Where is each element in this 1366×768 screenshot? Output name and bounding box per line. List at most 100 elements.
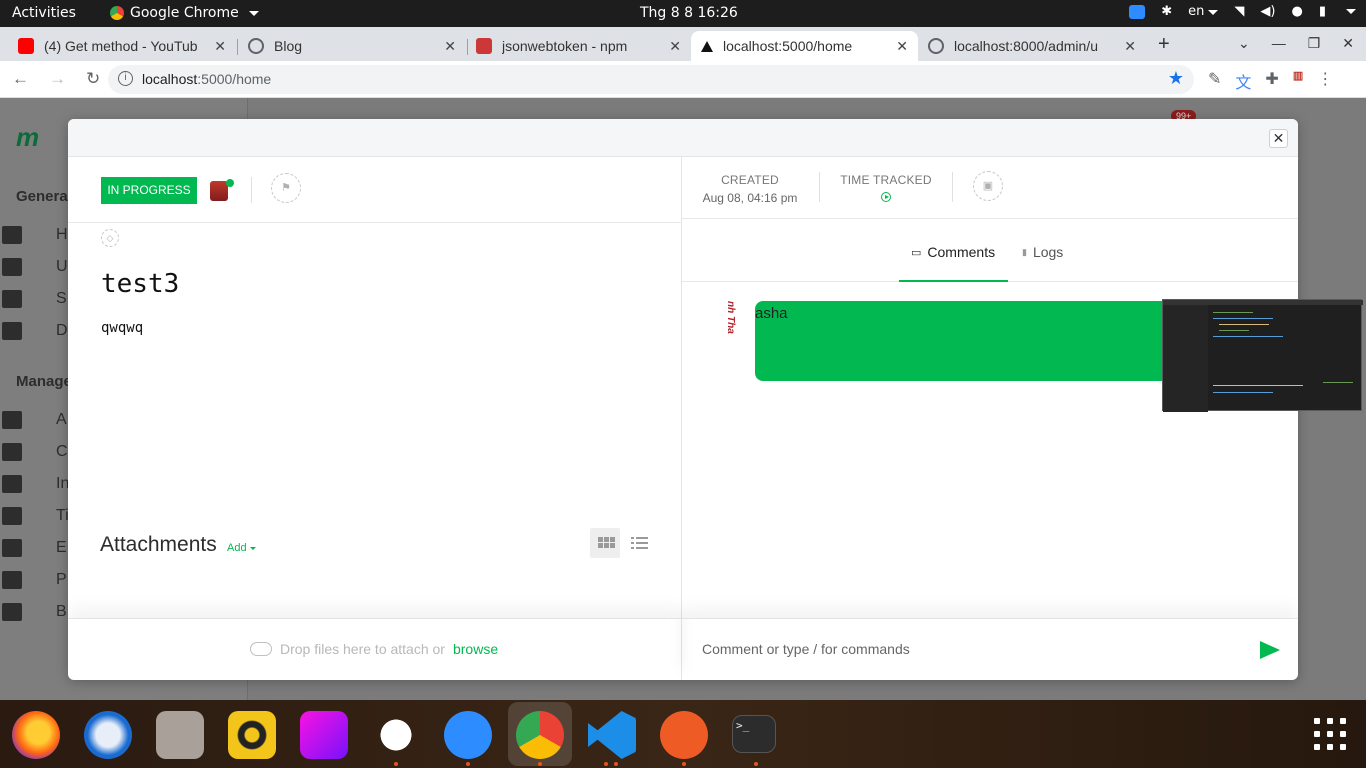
tab-search-icon[interactable]: ⌄: [1238, 35, 1250, 52]
battery-icon[interactable]: ▮: [1319, 4, 1326, 19]
wifi-icon[interactable]: ◥: [1234, 4, 1244, 19]
zoom-icon[interactable]: [444, 711, 492, 759]
sidebar-item-edit[interactable]: D: [0, 322, 68, 340]
chrome-icon[interactable]: [516, 711, 564, 759]
volume-icon[interactable]: ◀): [1260, 4, 1275, 19]
close-window-icon[interactable]: ✕: [1342, 35, 1354, 52]
browser-tab-npm[interactable]: jsonwebtoken - npm ✕: [466, 31, 691, 61]
dropzone-content: Drop files here to attach or browse: [250, 641, 498, 657]
sidebar-item-invite[interactable]: In: [0, 475, 69, 493]
close-tab-icon[interactable]: ✕: [896, 38, 908, 55]
chevron-down-icon: [1208, 10, 1219, 15]
mic-icon[interactable]: ●: [1292, 4, 1303, 19]
minimize-icon[interactable]: —: [1272, 35, 1286, 52]
browser-tab-strip: (4) Get method - YouTub ✕ Blog ✕ jsonweb…: [0, 27, 1366, 61]
clock[interactable]: Thg 8 8 16:26: [640, 5, 738, 21]
close-tab-icon[interactable]: ✕: [669, 38, 681, 55]
tab-label: Comments: [927, 244, 996, 260]
chrome-icon: [110, 6, 124, 20]
status-button[interactable]: IN PROGRESS: [101, 177, 197, 204]
terminal-icon[interactable]: >_: [732, 715, 776, 753]
sidebar-item-company[interactable]: C: [0, 443, 68, 461]
thunderbird-icon[interactable]: [84, 711, 132, 759]
assignee-avatar[interactable]: [210, 179, 234, 203]
vscode-icon[interactable]: [588, 711, 636, 759]
priority-flag-icon[interactable]: ⚑: [271, 173, 301, 203]
users-icon: [2, 258, 22, 276]
tab-logs[interactable]: ▮ Logs: [1022, 244, 1063, 260]
task-detail-modal: ✕ IN PROGRESS ⚑ ◇ test3 qwqwq Attachment…: [68, 119, 1298, 680]
browser-toolbar: ← → ↻ i localhost:5000/home ★ ✎ 文 ✚ ▥ ⋮: [0, 61, 1366, 98]
activities-button[interactable]: Activities: [12, 5, 76, 21]
sidebar-item-boards[interactable]: B: [0, 603, 67, 621]
back-arrow-icon[interactable]: ←: [12, 69, 29, 89]
system-menu-chevron-icon[interactable]: [1346, 9, 1356, 14]
close-tab-icon[interactable]: ✕: [444, 38, 456, 55]
new-tab-icon[interactable]: +: [1158, 33, 1170, 56]
reload-icon[interactable]: ↻: [86, 69, 100, 89]
running-indicator: [614, 762, 618, 766]
close-modal-button[interactable]: ✕: [1269, 129, 1288, 148]
created-value: Aug 08, 04:16 pm: [702, 191, 798, 205]
add-attachment-dropdown[interactable]: Add: [227, 542, 256, 554]
sidebar-item-home[interactable]: H: [0, 226, 68, 244]
tag-icon[interactable]: ◇: [101, 229, 119, 247]
grid-view-button[interactable]: [590, 528, 620, 558]
address-bar[interactable]: i localhost:5000/home ★: [108, 65, 1194, 94]
list-view-button[interactable]: [624, 528, 654, 558]
language-indicator[interactable]: en: [1188, 4, 1219, 19]
sidebar-item-stats[interactable]: S: [0, 290, 67, 308]
sidebar-item-projects[interactable]: P: [0, 571, 67, 589]
rhythmbox-icon[interactable]: [228, 711, 276, 759]
puzzle-icon[interactable]: ✚: [1265, 69, 1278, 93]
tab-comments[interactable]: ▭ Comments: [911, 244, 995, 260]
sidebar-item-account[interactable]: A: [0, 411, 67, 429]
extensions-area: ✎ 文 ✚ ▥ ⋮: [1208, 69, 1333, 93]
zoom-tray-icon[interactable]: [1129, 4, 1146, 19]
clickup-icon[interactable]: [300, 711, 348, 759]
sidebar-item-events[interactable]: E: [0, 539, 67, 557]
sidebar-item-label: P: [56, 571, 67, 588]
created-info: CREATED Aug 08, 04:16 pm: [702, 173, 798, 205]
maximize-icon[interactable]: ❐: [1308, 35, 1321, 52]
tab-title: (4) Get method - YouTub: [44, 38, 198, 54]
tab-title: localhost:5000/home: [723, 38, 853, 54]
bookmark-star-icon[interactable]: ★: [1168, 68, 1184, 89]
forward-arrow-icon[interactable]: →: [49, 69, 66, 89]
slack-tray-icon[interactable]: ✱: [1161, 4, 1172, 19]
comment-input[interactable]: [702, 639, 1242, 659]
more-menu-icon[interactable]: ⋮: [1317, 69, 1333, 93]
task-description[interactable]: qwqwq: [101, 320, 143, 336]
app-menu[interactable]: Google Chrome: [110, 5, 259, 21]
sidebar-item-time[interactable]: Ti: [0, 507, 69, 525]
browser-tab-localhost-5000[interactable]: localhost:5000/home ✕: [691, 31, 918, 61]
send-icon[interactable]: [1260, 641, 1280, 659]
slack-icon[interactable]: [372, 711, 420, 759]
task-title[interactable]: test3: [101, 269, 179, 299]
sidebar-item-label: H: [56, 226, 68, 243]
divider: [251, 177, 252, 203]
browser-tab-blog[interactable]: Blog ✕: [238, 31, 466, 61]
dropzone-text: Drop files here to attach or: [280, 641, 445, 657]
browser-tab-localhost-8000[interactable]: localhost:8000/admin/u ✕: [918, 31, 1146, 61]
sidebar-item-users[interactable]: U: [0, 258, 68, 276]
firefox-icon[interactable]: [12, 711, 60, 759]
files-icon[interactable]: [156, 711, 204, 759]
postman-icon[interactable]: [660, 711, 708, 759]
site-info-icon[interactable]: i: [118, 71, 133, 86]
close-tab-icon[interactable]: ✕: [1124, 38, 1136, 55]
browser-tab-youtube[interactable]: (4) Get method - YouTub ✕: [8, 31, 236, 61]
extension-pen-icon[interactable]: ✎: [1208, 69, 1221, 93]
translate-icon[interactable]: 文: [1235, 69, 1251, 93]
start-timer-icon[interactable]: [881, 192, 891, 202]
close-tab-icon[interactable]: ✕: [214, 38, 226, 55]
attachment-dropzone[interactable]: Drop files here to attach or browse: [68, 618, 682, 680]
online-indicator: [226, 179, 234, 187]
nav-buttons: ← → ↻: [12, 69, 100, 89]
show-applications-button[interactable]: [1314, 718, 1346, 750]
profile-avatar[interactable]: ▥: [1293, 69, 1303, 93]
system-tray[interactable]: ✱ en ◥ ◀) ● ▮: [1129, 4, 1356, 19]
due-date-calendar-icon[interactable]: ▣: [973, 171, 1003, 201]
window-preview-thumbnail[interactable]: [1162, 299, 1363, 412]
browse-link[interactable]: browse: [453, 641, 498, 657]
